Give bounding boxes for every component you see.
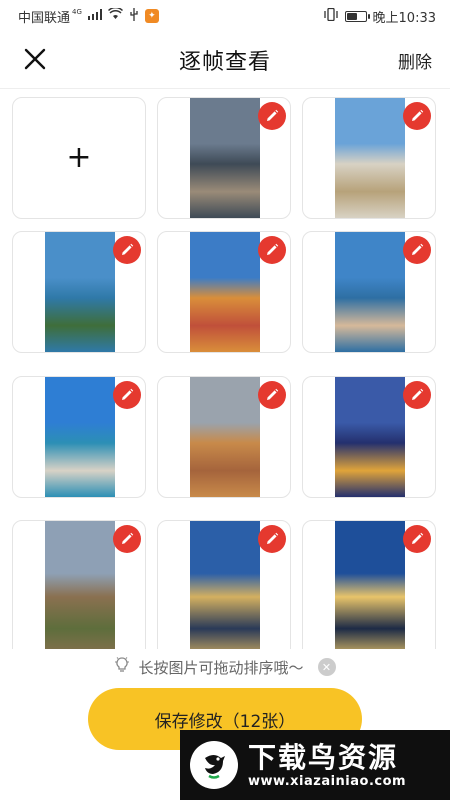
bird-logo-icon [190, 741, 238, 789]
usb-icon [129, 7, 139, 25]
app-notification-icon: ✦ [144, 9, 159, 23]
plus-icon: + [66, 140, 92, 175]
frame-tile[interactable] [302, 231, 436, 353]
lightbulb-icon [114, 656, 130, 678]
frame-thumbnail [335, 98, 405, 218]
frame-tile[interactable] [302, 97, 436, 219]
close-icon [24, 48, 46, 70]
edit-frame-button[interactable] [403, 525, 431, 553]
watermark-title: 下载鸟资源 [248, 740, 399, 774]
frame-tile[interactable] [302, 520, 436, 649]
frame-tile[interactable] [12, 376, 146, 498]
clock: 晚上10:33 [372, 10, 436, 26]
edit-frame-button[interactable] [258, 236, 286, 264]
frame-thumbnail [335, 232, 405, 352]
pencil-icon [412, 388, 424, 400]
edit-frame-button[interactable] [403, 102, 431, 130]
vibrate-icon [323, 7, 339, 25]
carrier-label: 中国联通 [18, 10, 71, 26]
frame-grid: + [0, 89, 450, 649]
frame-thumbnail [190, 98, 260, 218]
frame-thumbnail [335, 521, 405, 649]
frame-thumbnail [190, 521, 260, 649]
wifi-icon [107, 6, 123, 24]
pencil-icon [122, 532, 134, 544]
edit-frame-button[interactable] [113, 236, 141, 264]
frame-tile[interactable] [12, 231, 146, 353]
close-circle-icon[interactable]: ✕ [317, 658, 336, 676]
pencil-icon [122, 388, 134, 400]
add-frame-tile[interactable]: + [12, 97, 146, 219]
frame-thumbnail [190, 377, 260, 497]
edit-frame-button[interactable] [403, 381, 431, 409]
edit-frame-button[interactable] [113, 381, 141, 409]
status-right: 晚上10:33 [323, 7, 436, 26]
hint-text: 长按图片可拖动排序哦～ [138, 658, 304, 677]
pencil-icon [412, 109, 424, 121]
status-bar: 中国联通 4G ✦ 晚上10:33 [0, 0, 450, 32]
delete-button[interactable]: 删除 [398, 48, 432, 73]
pencil-icon [267, 243, 279, 255]
frame-tile[interactable] [302, 376, 436, 498]
pencil-icon [412, 532, 424, 544]
page-title: 逐帧查看 [178, 50, 271, 75]
drag-hint: 长按图片可拖动排序哦～ ✕ [0, 654, 450, 680]
network-type: 4G [72, 8, 82, 16]
battery-level [346, 12, 358, 20]
signal-icon [87, 8, 102, 24]
frame-tile[interactable] [157, 520, 291, 649]
edit-frame-button[interactable] [403, 236, 431, 264]
watermark-url: www.xiazainiao.com [248, 773, 407, 789]
frame-thumbnail [190, 232, 260, 352]
frame-tile[interactable] [12, 520, 146, 649]
edit-frame-button[interactable] [258, 102, 286, 130]
pencil-icon [122, 243, 134, 255]
frame-thumbnail [335, 377, 405, 497]
pencil-icon [267, 532, 279, 544]
pencil-icon [267, 109, 279, 121]
edit-frame-button[interactable] [258, 525, 286, 553]
nav-bar: 逐帧查看 删除 [0, 32, 450, 88]
watermark: 下载鸟资源 www.xiazainiao.com [180, 730, 450, 800]
frame-thumbnail [45, 232, 115, 352]
pencil-icon [267, 388, 279, 400]
edit-frame-button[interactable] [113, 525, 141, 553]
edit-frame-button[interactable] [258, 381, 286, 409]
frame-thumbnail [45, 377, 115, 497]
close-button[interactable] [20, 44, 50, 74]
status-left: 中国联通 4G ✦ [18, 6, 159, 26]
watermark-text: 下载鸟资源 www.xiazainiao.com [248, 740, 407, 789]
frame-thumbnail [45, 521, 115, 649]
frame-tile[interactable] [157, 97, 291, 219]
battery-icon [344, 10, 370, 22]
frame-tile[interactable] [157, 376, 291, 498]
pencil-icon [412, 243, 424, 255]
frame-tile[interactable] [157, 231, 291, 353]
